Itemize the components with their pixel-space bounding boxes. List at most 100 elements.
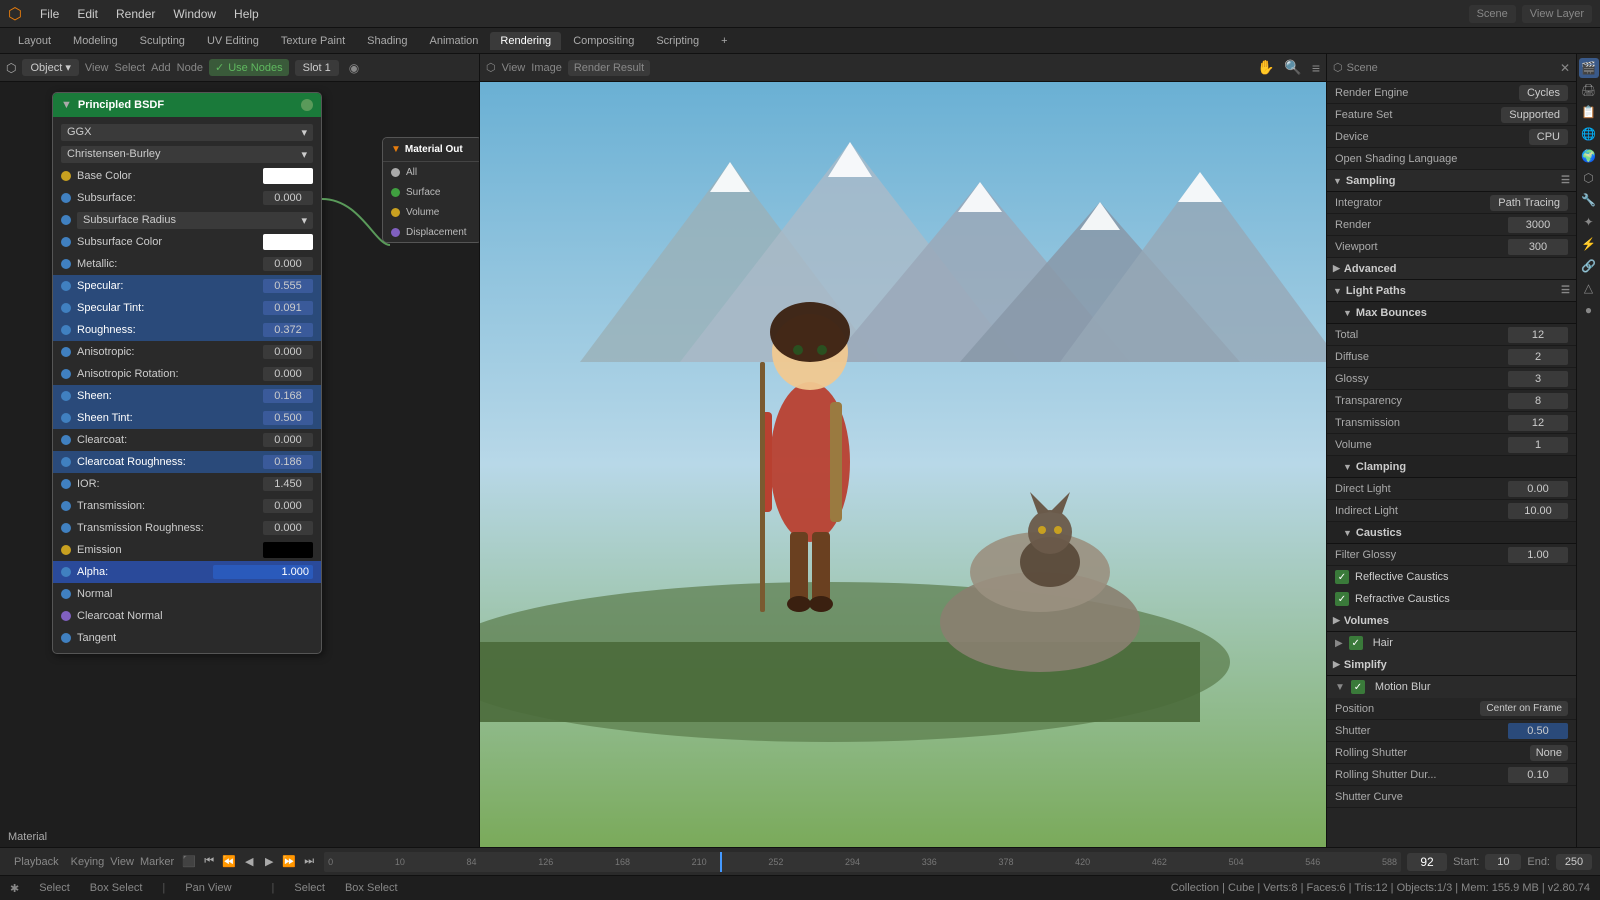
node-label[interactable]: Node [177,62,203,74]
clearcoat-normal-row[interactable]: Clearcoat Normal [53,605,321,627]
mat-out-collapse-icon[interactable]: ▼ [391,144,401,155]
tangent-row[interactable]: Tangent [53,627,321,649]
tab-add[interactable]: + [711,32,737,50]
subsurface-radius-dropdown[interactable]: Subsurface Radius▾ [77,212,313,229]
node-collapse-icon[interactable]: ▼ [61,99,72,111]
sheen-tint-row[interactable]: Sheen Tint: 0.500 [53,407,321,429]
object-selector[interactable]: Object ▾ [22,59,78,76]
sampling-options-icon[interactable]: ☰ [1561,175,1570,186]
constraints-props-icon[interactable]: 🔗 [1579,256,1599,276]
mat-out-volume-row[interactable]: Volume [383,202,479,222]
close-properties-btn[interactable]: ✕ [1560,61,1570,75]
advanced-section[interactable]: ▶ Advanced [1327,258,1576,280]
anisotropic-row[interactable]: Anisotropic: 0.000 [53,341,321,363]
base-color-value[interactable] [263,168,313,184]
playback-menu[interactable]: Playback [8,854,65,870]
menu-render[interactable]: Render [108,3,163,25]
subsurface-row[interactable]: Subsurface: 0.000 [53,187,321,209]
base-color-row[interactable]: Base Color [53,165,321,187]
menu-edit[interactable]: Edit [69,3,106,25]
reflective-caustics-checkbox[interactable]: ✓ [1335,570,1349,584]
data-props-icon[interactable]: △ [1579,278,1599,298]
view-layer-props-icon[interactable]: 📋 [1579,102,1599,122]
tab-layout[interactable]: Layout [8,32,61,50]
jump-start-btn[interactable]: ⏮ [200,853,218,871]
motion-blur-expand-icon[interactable]: ▼ [1335,682,1345,693]
mat-out-displacement-row[interactable]: Displacement [383,222,479,242]
tab-animation[interactable]: Animation [420,32,489,50]
subsurface-radius-row[interactable]: Subsurface Radius▾ [53,209,321,231]
status-select2-label[interactable]: Select [294,882,325,894]
slot-selector[interactable]: Slot 1 [295,60,339,76]
ior-value[interactable]: 1.450 [263,477,313,491]
render-image-label[interactable]: Image [531,62,562,74]
physics-props-icon[interactable]: ⚡ [1579,234,1599,254]
transparency-input[interactable]: 8 [1508,393,1568,409]
device-value[interactable]: CPU [1529,129,1568,145]
material-out-node[interactable]: ▼ Material Out All Surface Volume [382,137,479,243]
normal-row[interactable]: Normal [53,583,321,605]
distribution-row[interactable]: GGX▾ [53,121,321,143]
step-back-btn[interactable]: ⏪ [220,853,238,871]
start-frame-input[interactable]: 10 [1485,854,1521,870]
volume-input[interactable]: 1 [1508,437,1568,453]
alpha-value[interactable]: 1.000 [213,565,313,579]
transmission-row[interactable]: Transmission: 0.000 [53,495,321,517]
scene-selector[interactable]: Scene [1469,5,1516,23]
step-forward-btn[interactable]: ⏩ [280,853,298,871]
simplify-section[interactable]: ▶ Simplify [1327,654,1576,676]
specular-row[interactable]: Specular: 0.555 [53,275,321,297]
stop-btn[interactable]: ⬛ [180,853,198,871]
caustics-section[interactable]: ▼ Caustics [1327,522,1576,544]
ior-row[interactable]: IOR: 1.450 [53,473,321,495]
slot-icon[interactable]: ◉ [349,61,359,75]
rolling-shutter-value[interactable]: None [1530,745,1568,761]
menu-file[interactable]: File [32,3,67,25]
render-props-icon[interactable]: 🎬 [1579,58,1599,78]
motion-blur-checkbox[interactable]: ✓ [1351,680,1365,694]
end-frame-input[interactable]: 250 [1556,854,1592,870]
rolling-shutter-dur-input[interactable]: 0.10 [1508,767,1568,783]
nav-icon-settings[interactable]: ≡ [1312,60,1320,76]
render-view-label[interactable]: View [502,62,526,74]
render-engine-value[interactable]: Cycles [1519,85,1568,101]
clamping-section[interactable]: ▼ Clamping [1327,456,1576,478]
subsurface-color-row[interactable]: Subsurface Color [53,231,321,253]
select-label[interactable]: Select [115,62,146,74]
nav-icon-zoom[interactable]: 🔍 [1284,59,1301,76]
indirect-light-input[interactable]: 10.00 [1508,503,1568,519]
particles-props-icon[interactable]: ✦ [1579,212,1599,232]
roughness-row[interactable]: Roughness: 0.372 [53,319,321,341]
view-label[interactable]: View [110,856,134,868]
scene-props-icon[interactable]: 🌐 [1579,124,1599,144]
blender-icon[interactable]: ⬡ [8,4,22,24]
clearcoat-roughness-value[interactable]: 0.186 [263,455,313,469]
mat-out-all-row[interactable]: All [383,162,479,182]
specular-tint-row[interactable]: Specular Tint: 0.091 [53,297,321,319]
sheen-tint-value[interactable]: 0.500 [263,411,313,425]
world-props-icon[interactable]: 🌍 [1579,146,1599,166]
clearcoat-row[interactable]: Clearcoat: 0.000 [53,429,321,451]
viewport-samples-input[interactable]: 300 [1508,239,1568,255]
play-btn[interactable]: ▶ [260,853,278,871]
use-nodes-toggle[interactable]: ✓ Use Nodes [209,59,289,76]
shutter-input[interactable]: 0.50 [1508,723,1568,739]
object-props-icon[interactable]: ⬡ [1579,168,1599,188]
play-back-btn[interactable]: ◀ [240,853,258,871]
specular-tint-value[interactable]: 0.091 [263,301,313,315]
transmission-roughness-row[interactable]: Transmission Roughness: 0.000 [53,517,321,539]
sheen-value[interactable]: 0.168 [263,389,313,403]
refractive-caustics-checkbox[interactable]: ✓ [1335,592,1349,606]
alpha-row[interactable]: Alpha: 1.000 [53,561,321,583]
status-pan-view-label[interactable]: Pan View [185,882,231,894]
menu-window[interactable]: Window [165,3,224,25]
transmission-value[interactable]: 0.000 [263,499,313,513]
bsdf-node[interactable]: ▼ Principled BSDF GGX▾ Christensen-Burle… [52,92,322,654]
specular-value[interactable]: 0.555 [263,279,313,293]
current-frame-display[interactable]: 92 [1407,853,1447,871]
bsdf-output-socket[interactable] [301,99,313,111]
subsurface-value[interactable]: 0.000 [263,191,313,205]
max-bounces-section[interactable]: ▼ Max Bounces [1327,302,1576,324]
transmission-roughness-value[interactable]: 0.000 [263,521,313,535]
anisotropic-rotation-value[interactable]: 0.000 [263,367,313,381]
